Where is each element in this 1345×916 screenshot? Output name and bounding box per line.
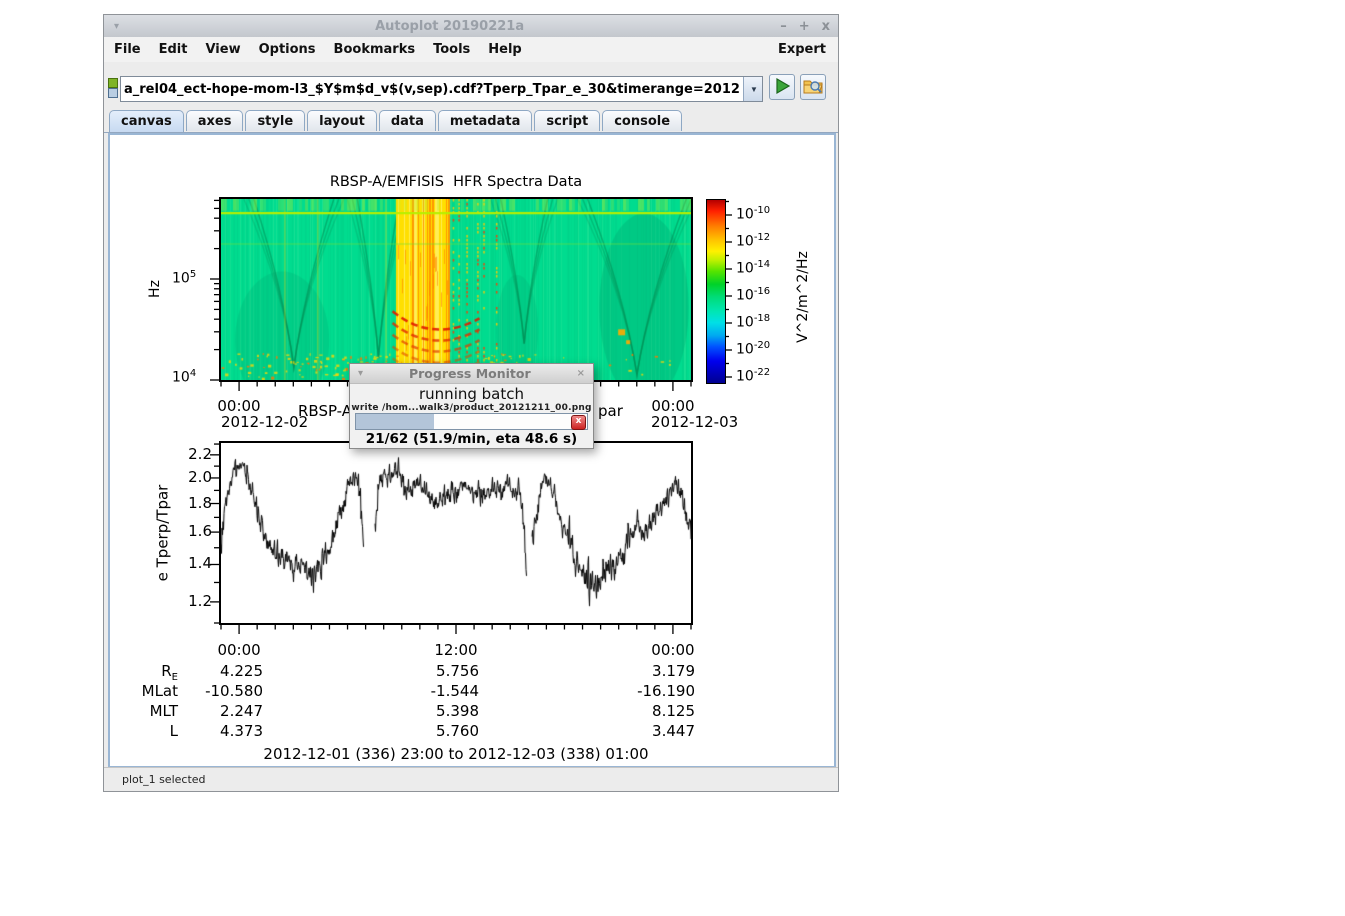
dialog-menu-icon[interactable]: ▾	[358, 368, 363, 379]
table-cell: -16.190	[595, 682, 695, 700]
inspect-file-button[interactable]	[800, 74, 826, 100]
expert-mode-label[interactable]: Expert	[770, 39, 838, 60]
spectrogram-y-ticks	[207, 199, 219, 380]
minimize-button[interactable]: –	[780, 19, 787, 34]
play-icon	[771, 76, 793, 96]
menubar: FileEditViewOptionsBookmarksToolsHelp Ex…	[104, 37, 838, 63]
spectrogram-image[interactable]	[221, 199, 691, 380]
lineplot-ytick-2.0: 2.0	[170, 468, 212, 486]
uri-input[interactable]	[121, 77, 743, 101]
lineplot-ytick-2.2: 2.2	[170, 445, 212, 463]
spectrogram-plot[interactable]	[219, 197, 693, 382]
go-button[interactable]	[769, 74, 795, 100]
lineplot-xtick-2: 00:00	[643, 641, 703, 659]
plot2-title-fragment-right: par	[598, 402, 623, 420]
table-cell: -1.544	[379, 682, 479, 700]
colorbar[interactable]	[706, 199, 726, 384]
autoplot-window: ▾ Autoplot 20190221a – + x FileEditViewO…	[103, 14, 839, 792]
menu-tools[interactable]: Tools	[425, 39, 478, 60]
spectrogram-title: RBSP-A/EMFISIS HFR Spectra Data	[206, 174, 706, 190]
progress-bar: x	[355, 413, 588, 430]
main-tabstrip: canvasaxesstylelayoutdatametadatascriptc…	[104, 109, 838, 133]
spectro-ytick-1e4: 104	[172, 368, 196, 386]
plot-canvas-panel[interactable]: RBSP-A/EMFISIS HFR Spectra Data Hz 10-10…	[108, 133, 836, 768]
tab-canvas[interactable]: canvas	[109, 110, 184, 132]
colorbar-tick-10e-12: 10-12	[736, 232, 770, 250]
plot2-title-fragment-left: RBSP-A	[298, 402, 352, 420]
tab-style[interactable]: style	[245, 110, 305, 131]
tab-layout[interactable]: layout	[307, 110, 377, 131]
progress-dialog-titlebar[interactable]: ▾ Progress Monitor ×	[350, 364, 593, 384]
spectro-xlabel-left-date: 2012-12-02	[221, 413, 308, 431]
lineplot-ytick-1.2: 1.2	[170, 592, 212, 610]
spectro-ytick-1e5: 105	[172, 269, 196, 287]
statusbar-text: plot_1 selected	[122, 773, 206, 786]
table-cell: 5.756	[379, 662, 479, 680]
tab-axes[interactable]: axes	[186, 110, 244, 131]
colorbar-axis-label: V^2/m^2/Hz	[795, 237, 811, 357]
lineplot-xtick-0: 00:00	[209, 641, 269, 659]
lineplot-y-axis-label: e Tperp/Tpar	[154, 471, 172, 596]
colorbar-tick-10e-18: 10-18	[736, 313, 770, 331]
line-plot-trace[interactable]	[221, 443, 691, 623]
table-cell: -10.580	[163, 682, 263, 700]
window-title: Autoplot 20190221a	[119, 19, 780, 34]
window-titlebar[interactable]: ▾ Autoplot 20190221a – + x	[104, 15, 838, 38]
datasource-stack-icon[interactable]	[107, 77, 119, 97]
menu-view[interactable]: View	[197, 39, 248, 60]
spectro-xlabel-right-date: 2012-12-03	[651, 413, 738, 431]
progress-task-label: running batch	[350, 385, 593, 403]
menu-edit[interactable]: Edit	[151, 39, 196, 60]
colorbar-tick-10e-10: 10-10	[736, 205, 770, 223]
tab-console[interactable]: console	[602, 110, 682, 131]
table-cell: 4.373	[163, 722, 263, 740]
progress-status-label: 21/62 (51.9/min, eta 48.6 s)	[350, 431, 593, 447]
progress-cancel-button[interactable]: x	[571, 415, 586, 430]
tab-metadata[interactable]: metadata	[438, 110, 532, 131]
colorbar-tick-10e-20: 10-20	[736, 340, 770, 358]
lineplot-ytick-1.6: 1.6	[170, 522, 212, 540]
colorbar-ticks	[725, 199, 733, 382]
table-cell: 5.398	[379, 702, 479, 720]
colorbar-tick-10e-16: 10-16	[736, 286, 770, 304]
lineplot-ytick-1.8: 1.8	[170, 494, 212, 512]
time-range-label: 2012-12-01 (336) 23:00 to 2012-12-03 (33…	[206, 745, 706, 763]
table-cell: 3.447	[595, 722, 695, 740]
colorbar-tick-10e-22: 10-22	[736, 367, 770, 385]
dialog-close-icon[interactable]: ×	[577, 368, 585, 379]
lineplot-xtick-1: 12:00	[426, 641, 486, 659]
dialog-title: Progress Monitor	[371, 366, 569, 381]
statusbar: plot_1 selected	[104, 767, 838, 791]
spectrogram-y-axis-label: Hz	[147, 269, 163, 309]
table-cell: 2.247	[163, 702, 263, 720]
lineplot-x-ticks	[221, 625, 691, 635]
uri-dropdown-button[interactable]: ▼	[743, 77, 762, 101]
tab-data[interactable]: data	[379, 110, 436, 131]
table-cell: 5.760	[379, 722, 479, 740]
maximize-button[interactable]: +	[799, 19, 810, 34]
progress-bar-fill	[356, 414, 434, 429]
colorbar-tick-10e-14: 10-14	[736, 259, 770, 277]
table-cell: 4.225	[163, 662, 263, 680]
table-cell: 8.125	[595, 702, 695, 720]
line-plot[interactable]	[219, 441, 693, 625]
tab-script[interactable]: script	[534, 110, 600, 131]
lineplot-ytick-1.4: 1.4	[170, 554, 212, 572]
progress-detail-label: write /hom...walk3/product_20121211_00.p…	[350, 403, 593, 413]
menu-file[interactable]: File	[106, 39, 149, 60]
menu-help[interactable]: Help	[480, 39, 529, 60]
menu-bookmarks[interactable]: Bookmarks	[326, 39, 424, 60]
menu-options[interactable]: Options	[251, 39, 324, 60]
folder-magnifier-icon	[802, 76, 824, 96]
uri-toolbar: ▼	[104, 62, 838, 109]
progress-monitor-dialog[interactable]: ▾ Progress Monitor × running batch write…	[349, 363, 594, 449]
uri-combobox: ▼	[120, 76, 763, 102]
close-button[interactable]: x	[822, 19, 830, 34]
table-cell: 3.179	[595, 662, 695, 680]
